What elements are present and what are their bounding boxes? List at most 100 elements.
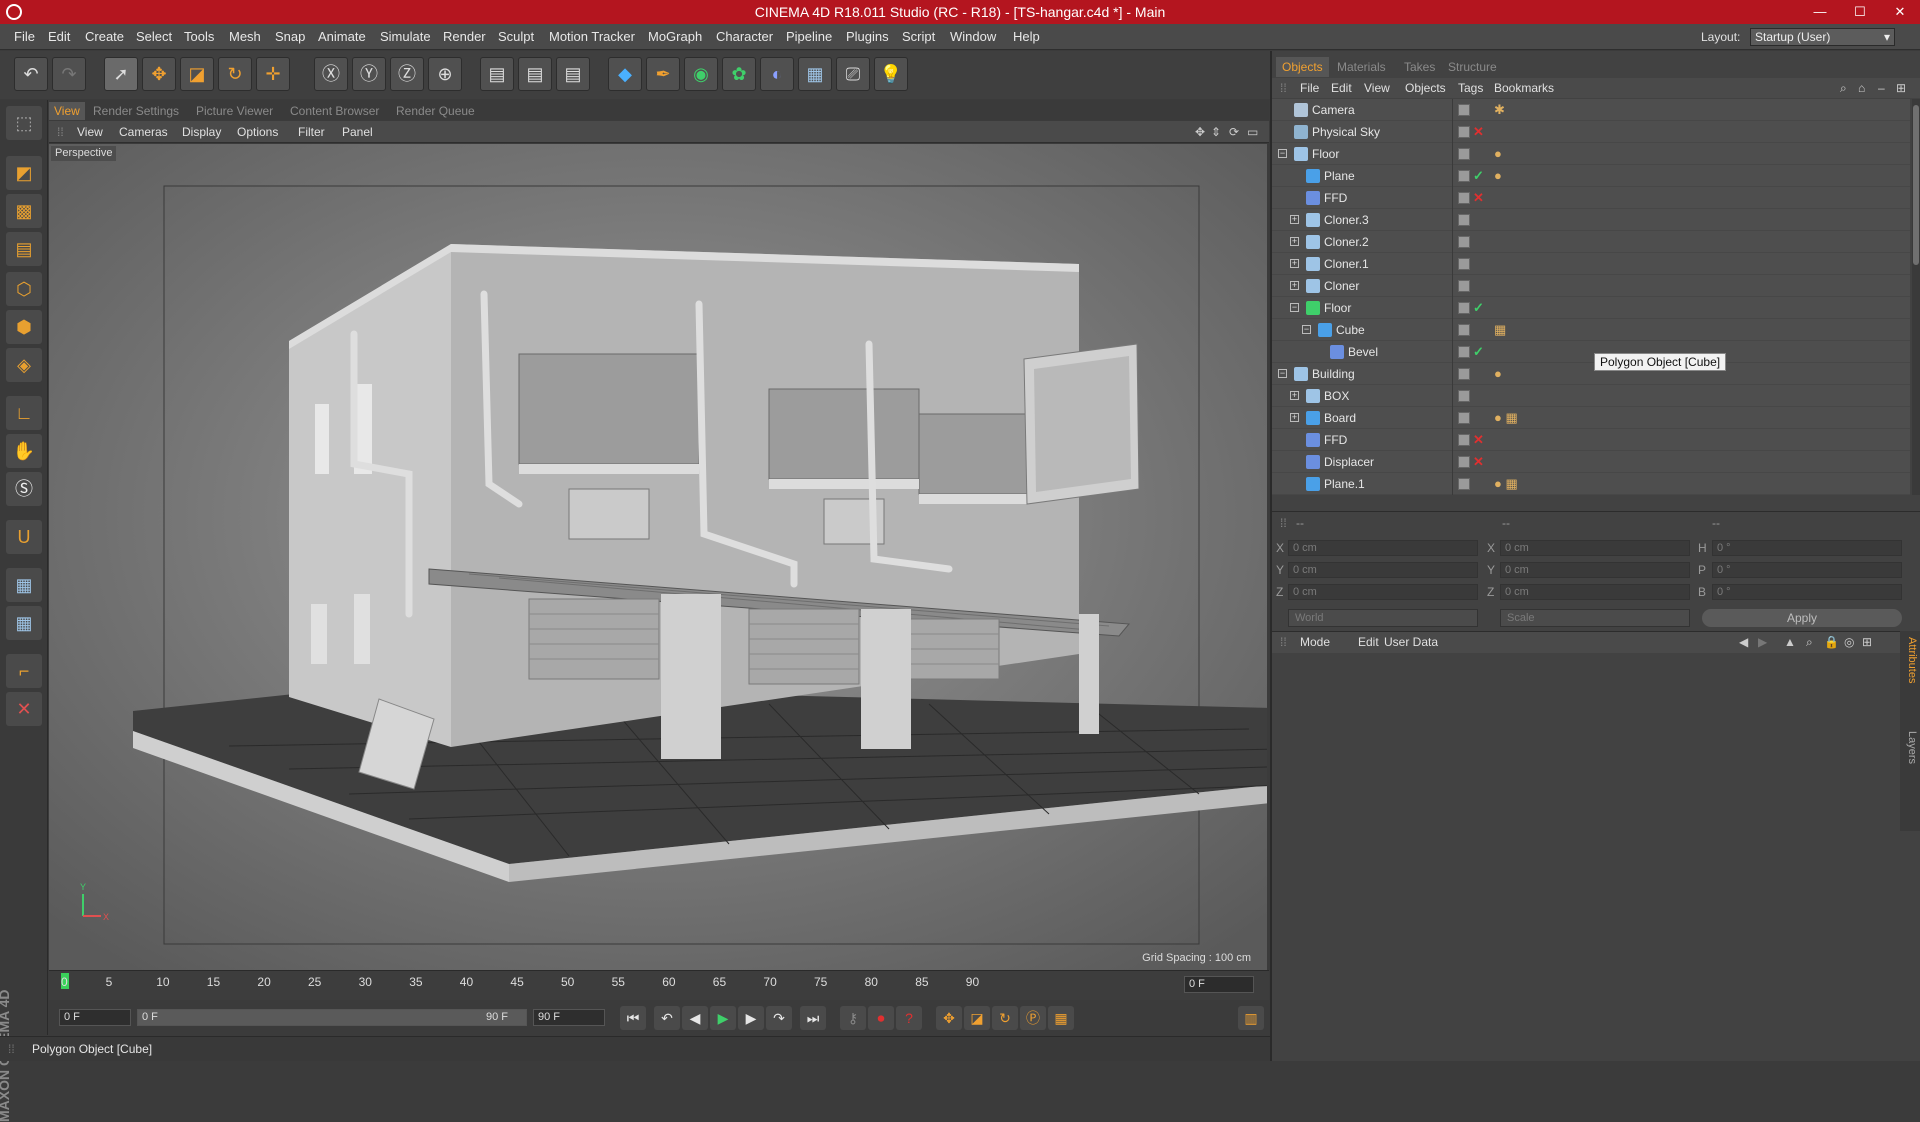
polygons-mode-button[interactable]: ◈ <box>6 348 42 382</box>
object-name[interactable]: FFD <box>1324 191 1347 205</box>
obj-menu-view[interactable]: View <box>1364 81 1390 95</box>
menu-create[interactable]: Create <box>85 29 124 44</box>
expand-toggle-icon[interactable]: − <box>1302 325 1311 334</box>
tab-content-browser[interactable]: Content Browser <box>285 102 384 120</box>
side-tab-layers[interactable]: Layers <box>1902 731 1918 764</box>
expand-toggle-icon[interactable]: + <box>1290 391 1299 400</box>
menu-tools[interactable]: Tools <box>184 29 214 44</box>
menu-window[interactable]: Window <box>950 29 996 44</box>
pen-button[interactable]: ✒ <box>646 57 680 91</box>
object-row[interactable]: FFD ✕ <box>1272 187 1910 209</box>
object-row[interactable]: + BOX <box>1272 385 1910 407</box>
object-name[interactable]: Plane <box>1324 169 1355 183</box>
vp-menu-panel[interactable]: Panel <box>342 125 373 139</box>
menu-plugins[interactable]: Plugins <box>846 29 889 44</box>
axis-mode-button[interactable]: ∟ <box>6 396 42 430</box>
up-arrow-icon[interactable]: ▲ <box>1784 635 1796 649</box>
forward-arrow-icon[interactable]: ▶ <box>1758 635 1767 649</box>
light-button[interactable]: 💡 <box>874 57 908 91</box>
position-x-field[interactable]: 0 cm <box>1288 540 1478 556</box>
menu-motion-tracker[interactable]: Motion Tracker <box>549 29 635 44</box>
layer-visibility-icon[interactable] <box>1458 456 1470 468</box>
layer-visibility-icon[interactable] <box>1458 126 1470 138</box>
snap-button[interactable]: Ⓢ <box>6 472 42 506</box>
menu-file[interactable]: File <box>14 29 35 44</box>
key-parameter-button[interactable]: Ⓟ <box>1020 1006 1046 1030</box>
layer-visibility-icon[interactable] <box>1458 148 1470 160</box>
render-view-button[interactable]: ▤ <box>480 57 514 91</box>
layer-visibility-icon[interactable] <box>1458 346 1470 358</box>
object-row[interactable]: Physical Sky ✕ <box>1272 121 1910 143</box>
object-tags-icon[interactable]: ● ▦ <box>1494 476 1518 492</box>
redo-button[interactable]: ↷ <box>52 57 86 91</box>
obj-menu-tags[interactable]: Tags <box>1458 81 1483 95</box>
start-frame-field[interactable]: 0 F <box>59 1009 131 1026</box>
obj-menu-objects[interactable]: Objects <box>1405 81 1446 95</box>
layer-visibility-icon[interactable] <box>1458 280 1470 292</box>
expand-toggle-icon[interactable]: + <box>1290 281 1299 290</box>
object-name[interactable]: Floor <box>1324 301 1351 315</box>
rotate-button[interactable]: ↻ <box>218 57 252 91</box>
tab-picture-viewer[interactable]: Picture Viewer <box>191 102 278 120</box>
object-row[interactable]: + Cloner.2 <box>1272 231 1910 253</box>
z-axis-button[interactable]: Ⓩ <box>390 57 424 91</box>
attr-menu-mode[interactable]: Mode <box>1300 635 1330 649</box>
menu-help[interactable]: Help <box>1013 29 1040 44</box>
expand-toggle-icon[interactable]: + <box>1290 237 1299 246</box>
menu-script[interactable]: Script <box>902 29 935 44</box>
object-row[interactable]: FFD ✕ <box>1272 429 1910 451</box>
expand-toggle-icon[interactable]: + <box>1290 413 1299 422</box>
object-name[interactable]: Board <box>1324 411 1356 425</box>
end-frame-field[interactable]: 90 F <box>533 1009 605 1026</box>
x-axis-button[interactable]: Ⓧ <box>314 57 348 91</box>
deformer-button[interactable]: ◐ <box>760 57 794 91</box>
timeline[interactable]: 0 5 10 15 20 25 30 35 40 45 50 55 60 65 70 75 80 85 90 0 F <box>49 970 1269 1000</box>
menu-sculpt[interactable]: Sculpt <box>498 29 534 44</box>
object-row[interactable]: + Cloner.1 <box>1272 253 1910 275</box>
autokey-button[interactable]: ? <box>896 1006 922 1030</box>
minimize-button[interactable]: — <box>1800 0 1840 24</box>
object-row[interactable]: Displacer ✕ <box>1272 451 1910 473</box>
object-name[interactable]: Cloner.2 <box>1324 235 1369 249</box>
size-x-field[interactable]: 0 cm <box>1500 540 1690 556</box>
side-tab-attributes[interactable]: Attributes <box>1902 637 1918 683</box>
object-name[interactable]: Cloner.1 <box>1324 257 1369 271</box>
object-name[interactable]: Bevel <box>1348 345 1378 359</box>
target-icon[interactable]: ◎ <box>1844 635 1854 649</box>
obj-menu-bookmarks[interactable]: Bookmarks <box>1494 81 1554 95</box>
menu-pipeline[interactable]: Pipeline <box>786 29 832 44</box>
rotation-h-field[interactable]: 0 ° <box>1712 540 1902 556</box>
vp-menu-display[interactable]: Display <box>182 125 221 139</box>
layer-visibility-icon[interactable] <box>1458 258 1470 270</box>
live-selection-button[interactable]: ➚ <box>104 57 138 91</box>
previous-frame-button[interactable]: ◀ <box>682 1006 708 1030</box>
previous-key-button[interactable]: ↶ <box>654 1006 680 1030</box>
menu-snap[interactable]: Snap <box>275 29 305 44</box>
disabled-x-icon[interactable]: ✕ <box>1473 190 1484 206</box>
enabled-check-icon[interactable]: ✓ <box>1473 344 1484 360</box>
object-name[interactable]: Camera <box>1312 103 1355 117</box>
make-editable-button[interactable]: ⬚ <box>6 106 42 140</box>
next-frame-button[interactable]: ▶ <box>738 1006 764 1030</box>
object-name[interactable]: Displacer <box>1324 455 1374 469</box>
object-row[interactable]: Plane ✓ ● <box>1272 165 1910 187</box>
layer-visibility-icon[interactable] <box>1458 104 1470 116</box>
disabled-x-icon[interactable]: ✕ <box>1473 454 1484 470</box>
tab-materials[interactable]: Materials <box>1331 57 1392 77</box>
align-workplane-button[interactable]: ✕ <box>6 692 42 726</box>
back-arrow-icon[interactable]: ◀ <box>1739 635 1748 649</box>
layout-select[interactable]: Startup (User) ▾ <box>1750 28 1895 46</box>
object-row[interactable]: + Board ● ▦ <box>1272 407 1910 429</box>
workplane-lock-button[interactable]: ▦ <box>6 568 42 602</box>
obj-menu-file[interactable]: File <box>1300 81 1319 95</box>
layer-visibility-icon[interactable] <box>1458 434 1470 446</box>
workplane-mode-button[interactable]: ▤ <box>6 232 42 266</box>
object-name[interactable]: Cloner.3 <box>1324 213 1369 227</box>
menu-edit[interactable]: Edit <box>48 29 70 44</box>
object-name[interactable]: Physical Sky <box>1312 125 1380 139</box>
viewport-zoom-icon[interactable]: ⇕ <box>1211 125 1221 139</box>
coordinate-mode-select[interactable]: World <box>1288 609 1478 627</box>
subdivision-button[interactable]: ◉ <box>684 57 718 91</box>
key-position-button[interactable]: ✥ <box>936 1006 962 1030</box>
cloner-button[interactable]: ✿ <box>722 57 756 91</box>
